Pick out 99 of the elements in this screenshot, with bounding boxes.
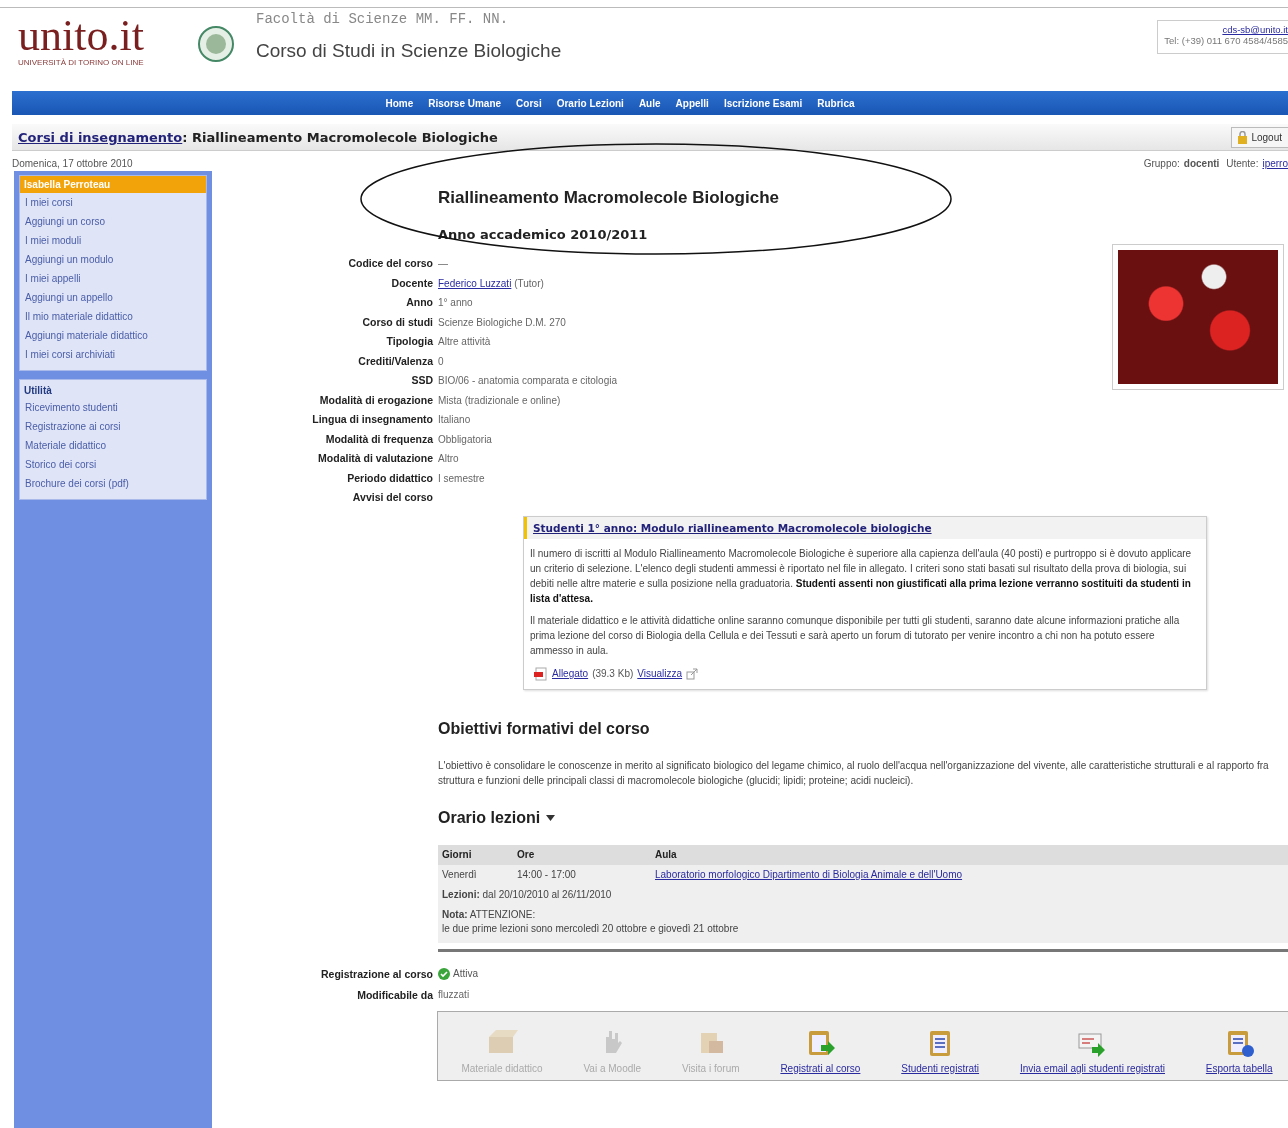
toolbar-action[interactable]: Invia email agli studenti registrati [1019, 1026, 1165, 1074]
logo-subtitle: UNIVERSITÀ DI TORINO ON LINE [18, 58, 145, 67]
field-value: Obbligatoria [438, 433, 492, 445]
field-label: Modificabile da [356, 987, 433, 1003]
group-label: Gruppo: [1143, 158, 1180, 171]
field-value: Altre attività [438, 336, 491, 347]
field-label: Periodo didattico [346, 470, 433, 486]
field-label: Crediti/Valenza [357, 353, 433, 369]
note-text: le due prime lezioni sono mercoledì 20 ottobre e giovedì 21 ottobre [442, 922, 739, 934]
academic-year: Anno accademico 2010/2011 [438, 227, 649, 242]
sidebar-link[interactable]: I miei moduli [20, 231, 206, 250]
phone-number: Tel: (+39) 011 670 4584/4585 [1164, 35, 1288, 46]
sidebar-link[interactable]: Aggiungi materiale didattico [20, 326, 206, 345]
nav-link[interactable]: Corsi [516, 97, 542, 109]
column-header: Ore [517, 847, 536, 862]
toolbar-action[interactable]: Studenti registrati [901, 1026, 980, 1074]
sidebar-link[interactable]: Ricevimento studenti [20, 398, 206, 417]
status-text: Attiva [453, 968, 478, 979]
notice-paragraph: Il numero di iscritti al Modulo Riallineamento Macromolecole Biologiche è superiore alla capienza dell'aula (40 posti) e purtroppo si è dovuto applicare un criterio di selezione. L'elenco degli studenti ammessi è riportato nel file in allegato. I criteri sono stati basati sul risultato della prova di biologia, sui debiti nelle altre materie e sulla posizione nella graduatoria. Studenti assenti non giustificati alla prima lezione verranno sostituiti da studenti in lista d'attesa. [530, 546, 1193, 606]
nav-link[interactable]: Home [385, 97, 414, 109]
lessons-label: Lezioni: [442, 888, 480, 900]
table-cell-text: Venerdì [442, 867, 478, 882]
group-name: docenti [1183, 158, 1220, 171]
table-cell-text: 14:00 - 17:00 [517, 867, 577, 882]
field-value: — [438, 258, 448, 269]
external-link-icon [686, 667, 699, 680]
pdf-file-icon [534, 666, 548, 681]
sidebar-heading: Isabella Perroteau [20, 176, 206, 193]
field-label: Anno [405, 295, 433, 310]
sidebar-link[interactable]: Storico dei corsi [20, 455, 206, 474]
nav-link[interactable]: Rubrica [817, 97, 855, 109]
field-value: Italiano [438, 414, 471, 425]
field-value: Mista (tradizionale e online) [438, 394, 561, 406]
sidebar-heading: Utilità [23, 384, 53, 398]
column-header: Giorni [442, 847, 473, 862]
field-label: Codice del corso [347, 256, 433, 271]
field-value: fluzzati [438, 987, 471, 1002]
note-label: Nota: [442, 908, 468, 920]
field-label: Modalità di erogazione [318, 392, 433, 408]
sidebar-link[interactable]: I miei corsi [20, 193, 206, 212]
email-link[interactable]: cds-sb@unito.it [1222, 24, 1288, 35]
attachment-link[interactable]: Allegato [552, 668, 589, 679]
sidebar-link[interactable]: Materiale didattico [20, 436, 206, 455]
field-value: I semestre [438, 472, 485, 484]
field-value: Altro [438, 453, 459, 464]
sidebar-link[interactable]: Aggiungi un appello [20, 288, 206, 307]
breadcrumb-link[interactable]: Corsi di insegnamento [18, 129, 183, 145]
site-logo[interactable]: unito.it [18, 14, 178, 58]
user-link[interactable]: iperro [1262, 158, 1288, 171]
notice-paragraph: Il materiale didattico e le attività didattiche online saranno comunque disponibile per tutti gli studenti, saranno date alcune informazioni pratiche alla prima lezione del corso di Biologia della Cellula e dei Tessuti e sarà aperto un forum di tutorato per venire incontro a chi non ha potuto essere ammesso in aula. [530, 613, 1181, 658]
breadcrumb-current: : Riallineamento Macromolecole Biologiche [182, 129, 498, 145]
course-of-study-title: Corso di Studi in Scienze Biologiche [256, 40, 562, 62]
field-label: Lingua di insegnamento [311, 412, 433, 427]
lessons-dates: dal 20/10/2010 al 26/11/2010 [482, 888, 612, 900]
room-link[interactable]: Laboratorio morfologico Dipartimento di Biologia Animale e dell'Uomo [655, 868, 963, 880]
sidebar-link[interactable]: I miei appelli [20, 269, 206, 288]
field-label: Corso di studi [361, 314, 433, 330]
teacher-link[interactable]: Federico Luzzati [438, 277, 512, 289]
toolbar-action[interactable]: Esporta tabella [1205, 1026, 1273, 1074]
field-label: Avvisi del corso [351, 490, 433, 505]
course-title: Riallineamento Macromolecole Biologiche [438, 188, 781, 209]
nav-link[interactable]: Iscrizione Esami [723, 97, 803, 109]
caret-icon[interactable] [546, 814, 556, 821]
note-text: ATTENZIONE: [469, 908, 536, 920]
faculty-name: Facoltà di Scienze MM. FF. NN. [256, 11, 510, 27]
nav-link[interactable]: Risorse Umane [428, 97, 502, 109]
objectives-text: L'obiettivo è consolidare le conoscenze in merito al significato biologico del legame chimico, al ruolo dell'acqua nell'organizzazione del vivente, alle caratteristiche strutturali e al rapporto fra struttura e funzioni delle principali classi di macromolecole biologiche (glucidi; lipidi; proteine; acidi nucleici). [438, 758, 1270, 788]
sidebar-link[interactable]: Registrazione ai corsi [20, 417, 206, 436]
sidebar-link[interactable]: Aggiungi un corso [20, 212, 206, 231]
notice-title-link[interactable]: Studenti 1° anno: Modulo riallineamento Macromolecole biologiche [533, 521, 932, 534]
nav-link[interactable]: Orario Lezioni [556, 97, 624, 109]
sidebar-link[interactable]: I miei corsi archiviati [20, 345, 206, 364]
current-date: Domenica, 17 ottobre 2010 [12, 158, 133, 171]
seal-icon [198, 26, 234, 62]
objectives-heading: Obiettivi formativi del corso [438, 719, 651, 738]
field-value: BIO/06 - anatomia comparata e citologia [438, 375, 617, 386]
field-label: Registrazione al corso [319, 966, 433, 982]
toolbar-action[interactable]: Registrati al corso [780, 1026, 861, 1074]
user-label: Utente: [1225, 158, 1259, 171]
attachment-size: (39.3 Kb) [592, 668, 634, 679]
nav-link[interactable]: Appelli [675, 97, 709, 109]
field-value: Scienze Biologiche D.M. 270 [438, 316, 566, 328]
sidebar-link[interactable]: Aggiungi un modulo [20, 250, 206, 269]
lock-icon [1238, 130, 1248, 144]
field-value: (Tutor) [514, 277, 544, 289]
sidebar-link[interactable]: Il mio materiale didattico [20, 307, 206, 326]
column-header: Aula [655, 847, 678, 862]
field-label: Tipologia [385, 334, 433, 349]
logout-button[interactable]: Logout [1231, 126, 1288, 148]
nav-link[interactable]: Aule [638, 97, 661, 109]
field-label: Modalità di valutazione [317, 451, 433, 466]
field-label: Modalità di frequenza [324, 431, 433, 447]
view-link[interactable]: Visualizza [637, 668, 683, 679]
field-label: Docente [390, 275, 433, 291]
schedule-heading: Orario lezioni [438, 808, 541, 827]
field-value: 1° anno [438, 297, 473, 308]
sidebar-link[interactable]: Brochure dei corsi (pdf) [20, 474, 206, 493]
field-value: 0 [438, 355, 444, 367]
field-label: SSD [410, 373, 433, 388]
